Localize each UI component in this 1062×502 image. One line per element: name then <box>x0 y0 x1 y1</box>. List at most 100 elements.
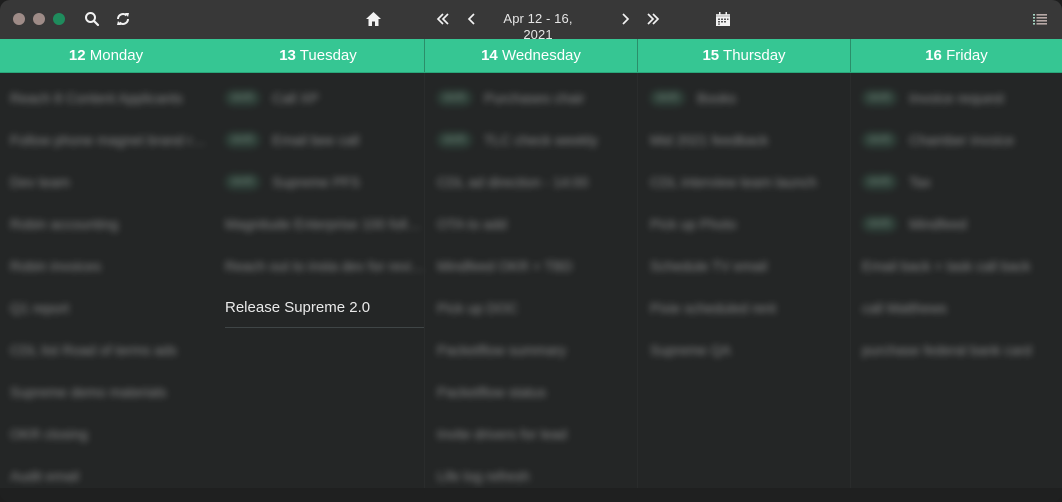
task-text: Books <box>697 89 737 106</box>
task-item[interactable]: Q1 report <box>10 287 210 328</box>
task-item[interactable]: Robin invoices <box>10 245 210 286</box>
task-item[interactable]: work Books <box>650 77 850 118</box>
task-text: Release Supreme 2.0 <box>225 299 371 316</box>
titlebar: Apr 12 - 16, 2021 <box>0 0 1062 42</box>
chevron-left-icon[interactable] <box>463 10 481 28</box>
task-item[interactable]: OKR closing <box>10 413 210 454</box>
task-item[interactable]: Packetflow status <box>437 371 637 412</box>
task-tag-badge: work <box>225 131 261 148</box>
task-item[interactable]: Invite drivers for lead <box>437 413 637 454</box>
task-text: Invite drivers for lead <box>437 425 567 442</box>
day-header-thursday[interactable]: 15 Thursday <box>638 39 850 72</box>
window-close-button[interactable] <box>13 13 25 25</box>
home-icon[interactable] <box>364 10 382 28</box>
task-item[interactable]: Pick up DOC <box>437 287 637 328</box>
task-text: Supreme PFS <box>272 173 361 190</box>
task-text: Mid 2021 feedback <box>650 131 769 148</box>
task-tag-badge: work <box>225 89 261 106</box>
day-header-friday[interactable]: 16 Friday <box>851 39 1062 72</box>
day-column-tuesday: work Call XP work Email bee call work Supreme… <box>225 73 425 488</box>
task-text: Follow phone magnet brand reply <box>10 131 210 148</box>
task-text: Pick up DOC <box>437 299 518 316</box>
day-column-wednesday: work Purchases chair work TLC check weekly C… <box>437 73 637 488</box>
task-text: OKR closing <box>10 425 88 442</box>
day-column-monday: Reach 8 Content Applicants Follow phone m… <box>10 73 210 488</box>
day-header-monday[interactable]: 12 Monday <box>0 39 212 72</box>
task-text: Robin accounting <box>10 215 119 232</box>
day-number: 13 <box>279 47 296 64</box>
day-header-bar: 12 Monday 13 Tuesday 14 Wednesday 15 Thursd… <box>0 39 1062 73</box>
app-window: Apr 12 - 16, 2021 12 Monday 13 Tuesday 14 … <box>0 0 1062 502</box>
task-item[interactable]: Packetflow summary <box>437 329 637 370</box>
task-text: Dev team <box>10 173 70 190</box>
window-minimize-button[interactable] <box>33 13 45 25</box>
task-tag-badge: work <box>862 215 898 232</box>
task-tag-badge: work <box>862 173 898 190</box>
day-name: Thursday <box>723 47 786 64</box>
task-text: Robin invoices <box>10 257 102 274</box>
task-text: Chamber invoice <box>909 131 1015 148</box>
task-tag-badge: work <box>862 89 898 106</box>
day-column-thursday: work Books Mid 2021 feedback CDL interview … <box>650 73 850 488</box>
task-text: purchase federal bank card <box>862 341 1032 358</box>
task-text: Packetflow summary <box>437 341 567 358</box>
task-item[interactable]: work Mindfeed <box>862 203 1062 244</box>
task-item[interactable]: work Purchases chair <box>437 77 637 118</box>
chevron-right-icon[interactable] <box>616 10 634 28</box>
task-item[interactable]: Magnitude Enterprise 100 follow up <box>225 203 425 244</box>
task-item[interactable]: Email back + task call back <box>862 245 1062 286</box>
task-text: Magnitude Enterprise 100 follow up <box>225 215 425 232</box>
task-text: OTA to add <box>437 215 507 232</box>
day-column-friday: work Invoice request work Chamber invoice wo… <box>862 73 1062 488</box>
task-item[interactable]: work TLC check weekly <box>437 119 637 160</box>
task-text: Email back + task call back <box>862 257 1031 274</box>
list-icon[interactable] <box>1031 10 1049 28</box>
task-item[interactable]: OTA to add <box>437 203 637 244</box>
double-chevron-right-icon[interactable] <box>644 10 662 28</box>
task-item[interactable]: Dev team <box>10 161 210 202</box>
task-item[interactable]: purchase federal bank card <box>862 329 1062 370</box>
task-item[interactable]: Supreme QA <box>650 329 850 370</box>
day-name: Friday <box>946 47 988 64</box>
task-item[interactable]: Release Supreme 2.0 <box>225 287 425 328</box>
task-item[interactable]: work Chamber invoice <box>862 119 1062 160</box>
day-header-wednesday[interactable]: 14 Wednesday <box>425 39 637 72</box>
task-item[interactable]: Supreme demo materials <box>10 371 210 412</box>
task-item[interactable]: Mindfeed OKR + TBD <box>437 245 637 286</box>
search-icon[interactable] <box>83 10 101 28</box>
task-text: Q1 report <box>10 299 70 316</box>
double-chevron-left-icon[interactable] <box>434 10 452 28</box>
task-item[interactable]: CDL interview team launch <box>650 161 850 202</box>
calendar-icon[interactable] <box>714 10 732 28</box>
task-item[interactable]: Follow phone magnet brand reply <box>10 119 210 160</box>
task-item[interactable]: CDL list Road of terms ads <box>10 329 210 370</box>
task-text: Purchases chair <box>484 89 585 106</box>
day-header-tuesday[interactable]: 13 Tuesday <box>212 39 424 72</box>
day-name: Tuesday <box>299 47 357 64</box>
task-item[interactable]: Pick up Photo <box>650 203 850 244</box>
task-item[interactable]: Reach 8 Content Applicants <box>10 77 210 118</box>
task-item[interactable]: Schedule TV email <box>650 245 850 286</box>
task-item[interactable]: call Matthews <box>862 287 1062 328</box>
task-item[interactable]: Reach out to insta dev for review <box>225 245 425 286</box>
task-item[interactable]: Pixie scheduled rent <box>650 287 850 328</box>
task-text: Reach out to insta dev for review <box>225 257 425 274</box>
task-item[interactable]: Mid 2021 feedback <box>650 119 850 160</box>
task-tag-badge: work <box>862 131 898 148</box>
day-number: 14 <box>481 47 498 64</box>
column-divider <box>424 73 425 488</box>
task-item[interactable]: work Invoice request <box>862 77 1062 118</box>
task-tag-badge: work <box>650 89 686 106</box>
task-text: Tax <box>909 173 931 190</box>
task-item[interactable]: CDL ad direction - 14:00 <box>437 161 637 202</box>
day-name: Monday <box>89 47 144 64</box>
task-text: Invoice request <box>909 89 1005 106</box>
task-item[interactable]: work Supreme PFS <box>225 161 425 202</box>
task-item[interactable]: work Email bee call <box>225 119 425 160</box>
task-underline <box>225 327 425 328</box>
task-item[interactable]: work Tax <box>862 161 1062 202</box>
window-maximize-button[interactable] <box>53 13 65 25</box>
task-item[interactable]: work Call XP <box>225 77 425 118</box>
refresh-icon[interactable] <box>114 10 132 28</box>
task-item[interactable]: Robin accounting <box>10 203 210 244</box>
